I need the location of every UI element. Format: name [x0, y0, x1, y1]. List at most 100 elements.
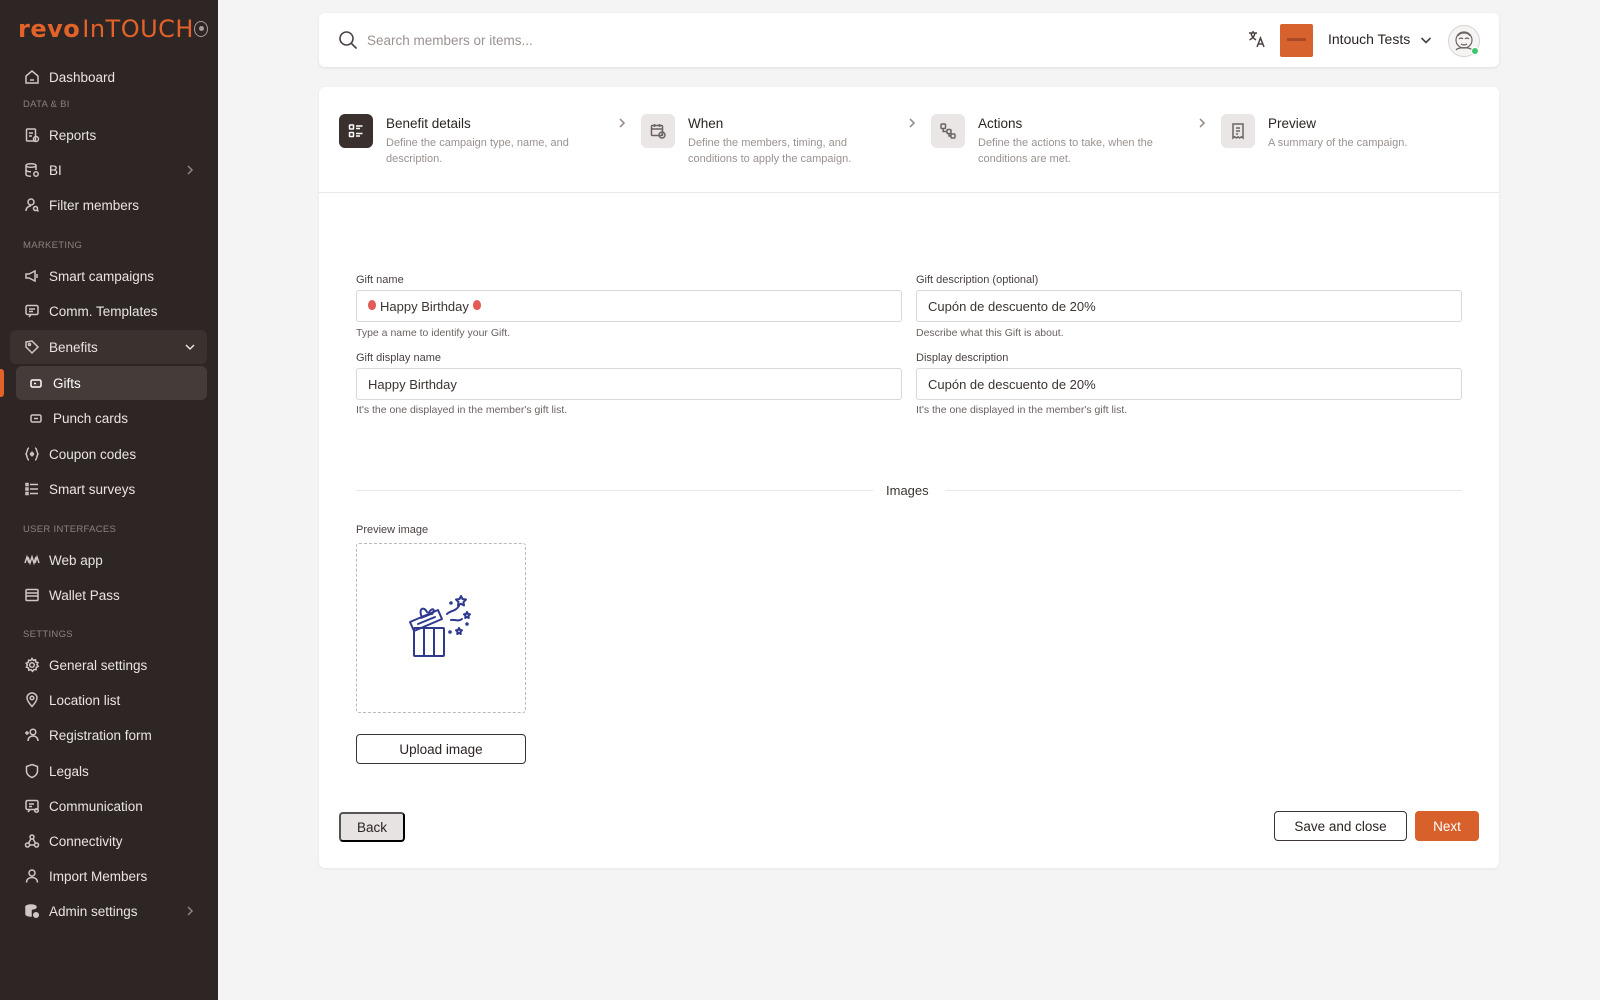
sidebar-item-wallet-pass[interactable]: Wallet Pass — [10, 578, 207, 612]
sidebar-collapse-icon[interactable] — [193, 21, 208, 37]
preview-image-dropzone[interactable] — [356, 543, 526, 713]
chevron-right-icon — [905, 116, 919, 130]
sidebar-item-general-settings[interactable]: General settings — [10, 648, 207, 682]
next-button[interactable]: Next — [1415, 811, 1479, 841]
gift-card-icon — [28, 375, 44, 391]
display-description-hint: It's the one displayed in the member's g… — [916, 404, 1128, 416]
preview-image-label: Preview image — [356, 524, 429, 536]
step-description: Define the campaign type, name, and desc… — [386, 137, 569, 165]
gear-icon — [24, 657, 40, 673]
sidebar-item-benefits[interactable]: Benefits — [10, 330, 207, 364]
step-preview[interactable]: Preview A summary of the campaign. — [1221, 114, 1481, 174]
section-label-settings: SETTINGS — [23, 629, 73, 640]
sidebar-item-bi[interactable]: BI — [10, 153, 207, 187]
step-description: Define the members, timing, and conditio… — [688, 137, 852, 165]
sidebar-item-dashboard[interactable]: Dashboard — [10, 60, 207, 94]
chevron-down-icon — [183, 340, 197, 354]
upload-image-button[interactable]: Upload image — [356, 734, 526, 764]
gift-description-hint: Describe what this Gift is about. — [916, 327, 1064, 339]
sidebar-item-label: Connectivity — [49, 833, 123, 849]
gift-display-name-label: Gift display name — [356, 352, 441, 364]
sidebar-item-gifts[interactable]: Gifts — [16, 366, 207, 400]
step-title: Preview — [1268, 116, 1317, 131]
sidebar-item-label: Dashboard — [49, 69, 116, 85]
user-search-icon — [24, 197, 40, 213]
pwa-icon — [24, 552, 40, 568]
sidebar-item-label: Filter members — [49, 197, 140, 213]
balloon-emoji-icon — [368, 300, 376, 310]
user-add-icon — [24, 727, 40, 743]
database-icon — [24, 162, 40, 178]
calendar-clock-icon — [641, 114, 675, 148]
chevron-down-icon[interactable] — [1418, 32, 1434, 48]
search-input[interactable] — [367, 27, 867, 53]
section-label-data-bi: DATA & BI — [23, 99, 70, 110]
sidebar-item-location-list[interactable]: Location list — [10, 683, 207, 717]
reports-icon — [24, 127, 40, 143]
sidebar-item-coupon-codes[interactable]: Coupon codes — [10, 437, 207, 471]
images-section-title: Images — [886, 483, 929, 498]
gift-description-input[interactable]: Cupón de descuento de 20% — [916, 290, 1462, 322]
step-actions[interactable]: Actions Define the actions to take, when… — [931, 114, 1191, 174]
logo-suffix: TOUCH — [105, 15, 194, 43]
divider-line — [945, 490, 1462, 491]
sidebar: revo In TOUCH Dashboard DATA & BI Reports … — [0, 0, 218, 1000]
sidebar-item-label: Smart campaigns — [49, 268, 155, 284]
organization-name[interactable]: Intouch Tests — [1328, 31, 1410, 47]
sidebar-item-registration-form[interactable]: Registration form — [10, 718, 207, 752]
sidebar-item-punch-cards[interactable]: Punch cards — [16, 401, 207, 435]
gift-display-name-input[interactable]: Happy Birthday — [356, 368, 902, 400]
translate-icon[interactable] — [1247, 29, 1267, 49]
details-list-icon — [339, 114, 373, 148]
save-and-close-button[interactable]: Save and close — [1274, 811, 1407, 841]
sidebar-item-web-app[interactable]: Web app — [10, 543, 207, 577]
shield-icon — [24, 763, 40, 779]
search-icon — [337, 29, 359, 51]
logo-in: In — [82, 15, 106, 43]
location-pin-icon — [24, 692, 40, 708]
step-title: Actions — [978, 116, 1023, 131]
sidebar-item-connectivity[interactable]: Connectivity — [10, 824, 207, 858]
sidebar-item-label: Legals — [49, 763, 89, 779]
sidebar-item-legals[interactable]: Legals — [10, 754, 207, 788]
sidebar-item-admin-settings[interactable]: Admin settings — [10, 894, 207, 928]
sidebar-item-communication[interactable]: Communication — [10, 789, 207, 823]
step-title: When — [688, 116, 724, 131]
gift-name-value: Happy Birthday — [380, 298, 469, 314]
gift-name-input[interactable]: Happy Birthday — [356, 290, 902, 322]
list-icon — [24, 481, 40, 497]
sidebar-item-filter-members[interactable]: Filter members — [10, 188, 207, 222]
back-button[interactable]: Back — [339, 812, 405, 842]
sidebar-item-label: Location list — [49, 692, 121, 708]
sidebar-item-label: Gifts — [53, 375, 81, 391]
sidebar-item-label: Reports — [49, 127, 97, 143]
display-description-input[interactable]: Cupón de descuento de 20% — [916, 368, 1462, 400]
logo-prefix: revo — [18, 15, 81, 43]
sidebar-item-label: BI — [49, 162, 62, 178]
home-icon — [24, 69, 40, 85]
step-description: Define the actions to take, when the con… — [978, 137, 1153, 165]
sidebar-item-import-members[interactable]: Import Members — [10, 859, 207, 893]
step-when[interactable]: When Define the members, timing, and con… — [641, 114, 901, 174]
sidebar-item-label: Communication — [49, 798, 143, 814]
sidebar-item-smart-surveys[interactable]: Smart surveys — [10, 472, 207, 506]
section-label-marketing: MARKETING — [23, 240, 83, 251]
display-description-value: Cupón de descuento de 20% — [928, 376, 1096, 392]
gift-display-name-hint: It's the one displayed in the member's g… — [356, 404, 568, 416]
sidebar-item-smart-campaigns[interactable]: Smart campaigns — [10, 259, 207, 293]
divider-line — [356, 490, 873, 491]
sidebar-item-comm-templates[interactable]: Comm. Templates — [10, 294, 207, 328]
sidebar-item-reports[interactable]: Reports — [10, 118, 207, 152]
sidebar-item-label: Wallet Pass — [49, 587, 120, 603]
active-item-marker — [0, 369, 4, 397]
sidebar-item-label: Comm. Templates — [49, 303, 158, 319]
logo[interactable]: revo In TOUCH — [18, 15, 194, 43]
chevron-right-icon — [1195, 116, 1209, 130]
sidebar-item-label: Coupon codes — [49, 446, 137, 462]
logo-row: revo In TOUCH — [18, 15, 208, 43]
actions-flow-icon — [931, 114, 965, 148]
organization-logo[interactable] — [1280, 24, 1313, 57]
balloon-emoji-icon — [472, 300, 481, 310]
chat-settings-icon — [24, 798, 40, 814]
step-benefit-details[interactable]: Benefit details Define the campaign type… — [339, 114, 609, 174]
